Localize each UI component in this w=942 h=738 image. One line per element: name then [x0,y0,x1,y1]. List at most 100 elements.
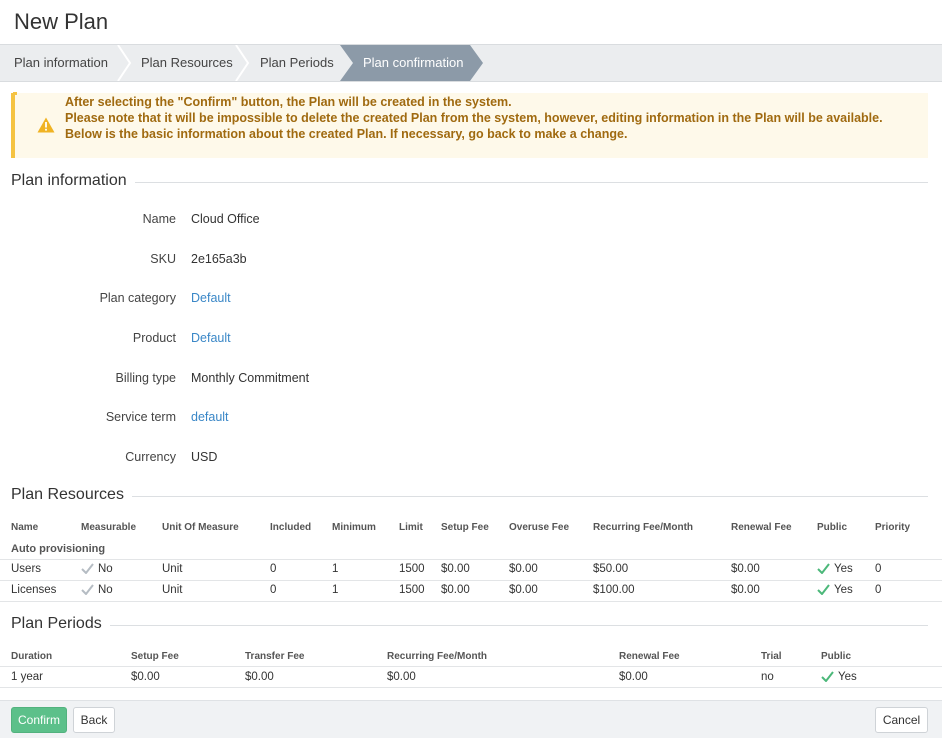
column-header: Public [817,522,848,533]
cancel-button[interactable]: Cancel [875,707,928,733]
column-header: Renewal Fee [619,651,680,662]
service-term-label: Service term [105,410,176,424]
column-header: Included [270,522,312,533]
group-label: Auto provisioning [11,543,106,555]
sku-label: SKU [150,252,176,266]
back-button[interactable]: Back [73,707,115,733]
cell-public: Yes [821,671,857,683]
cell-transfer-fee: $0.00 [245,671,274,683]
section-divider [11,496,928,497]
page-title: New Plan [14,9,109,34]
cell-renewal-fee: $0.00 [619,671,648,683]
column-header: Public [821,651,852,662]
product-link[interactable]: Default [191,331,231,345]
cell-limit: 1500 [399,584,425,596]
cell-setup-fee: $0.00 [441,563,470,575]
cell-public: Yes [817,584,853,596]
cell-priority: 0 [875,584,882,596]
column-header: Renewal Fee [731,522,792,533]
cell-name: Licenses [11,584,57,596]
column-header: Setup Fee [131,651,179,662]
cell-unit: Unit [162,563,183,575]
cell-trial: no [761,671,774,683]
column-header: Trial [761,651,782,662]
cell-renewal-fee: $0.00 [731,563,760,575]
check-grey-icon [81,584,94,595]
cell-recurring-fee: $50.00 [593,563,629,575]
billing-type-label: Billing type [115,371,176,385]
alert-line-1: After selecting the "Confirm" button, th… [65,95,512,109]
cell-included: 0 [270,563,277,575]
column-header: Unit Of Measure [162,522,239,533]
warning-alert: After selecting the "Confirm" button, th… [11,92,928,158]
column-header: Recurring Fee/Month [387,651,488,662]
billing-type-value: Monthly Commitment [191,371,310,385]
column-header: Setup Fee [441,522,489,533]
column-header: Minimum [332,522,376,533]
cell-overuse-fee: $0.00 [509,563,538,575]
alert-message: After selecting the "Confirm" button, th… [65,94,905,142]
row-divider [0,580,942,581]
cell-minimum: 1 [332,584,339,596]
cell-priority: 0 [875,563,882,575]
wizard-step-plan-periods[interactable]: Plan Periods [260,45,334,81]
wizard-steps: Plan information Plan Resources Plan Per… [0,44,942,82]
sku-value: 2e165a3b [191,252,247,266]
product-label: Product [132,331,176,345]
cell-recurring-fee: $0.00 [387,671,416,683]
currency-value: USD [191,450,218,464]
row-divider [0,601,942,602]
cell-limit: 1500 [399,563,425,575]
wizard-step-plan-information[interactable]: Plan information [14,45,108,81]
row-divider [0,666,942,667]
column-header: Transfer Fee [245,651,305,662]
cell-duration: 1 year [11,671,43,683]
check-grey-icon [81,563,94,574]
section-divider [11,625,928,626]
check-green-icon [821,671,834,682]
cell-name: Users [11,563,42,575]
column-header: Name [11,522,39,533]
cell-renewal-fee: $0.00 [731,584,760,596]
warning-triangle-icon [37,117,55,133]
plan-category-link[interactable]: Default [191,291,231,305]
footer-toolbar: Confirm Back Cancel [0,700,942,738]
column-header: Limit [399,522,423,533]
wizard-step-plan-confirmation[interactable]: Plan confirmation [363,45,463,81]
service-term-link[interactable]: default [191,410,229,424]
measurable-value: No [98,584,113,596]
cell-public: Yes [817,563,853,575]
column-header: Overuse Fee [509,522,570,533]
cell-recurring-fee: $100.00 [593,584,635,596]
public-value: Yes [834,563,853,575]
cell-unit: Unit [162,584,183,596]
row-divider [0,687,942,688]
column-header: Duration [11,651,53,662]
column-header: Priority [875,522,911,533]
alert-line-3: Below is the basic information about the… [65,127,628,141]
currency-label: Currency [125,450,176,464]
name-value: Cloud Office [191,212,260,226]
measurable-value: No [98,563,113,575]
column-header: Measurable [81,522,137,533]
check-green-icon [817,584,830,595]
cell-minimum: 1 [332,563,339,575]
cell-measurable: No [81,584,113,596]
alert-marker [13,92,17,95]
cell-measurable: No [81,563,113,575]
alert-line-2: Please note that it will be impossible t… [65,111,883,125]
cell-setup-fee: $0.00 [441,584,470,596]
check-green-icon [817,563,830,574]
name-label: Name [142,212,176,226]
public-value: Yes [834,584,853,596]
plan-information-title: Plan information [11,172,135,190]
cell-overuse-fee: $0.00 [509,584,538,596]
plan-periods-title: Plan Periods [11,615,110,633]
plan-category-label: Plan category [99,291,176,305]
wizard-step-plan-resources[interactable]: Plan Resources [141,45,233,81]
row-divider [0,559,942,560]
step-separator [117,45,132,81]
section-divider [11,182,928,183]
plan-resources-title: Plan Resources [11,486,132,504]
confirm-button[interactable]: Confirm [11,707,67,733]
